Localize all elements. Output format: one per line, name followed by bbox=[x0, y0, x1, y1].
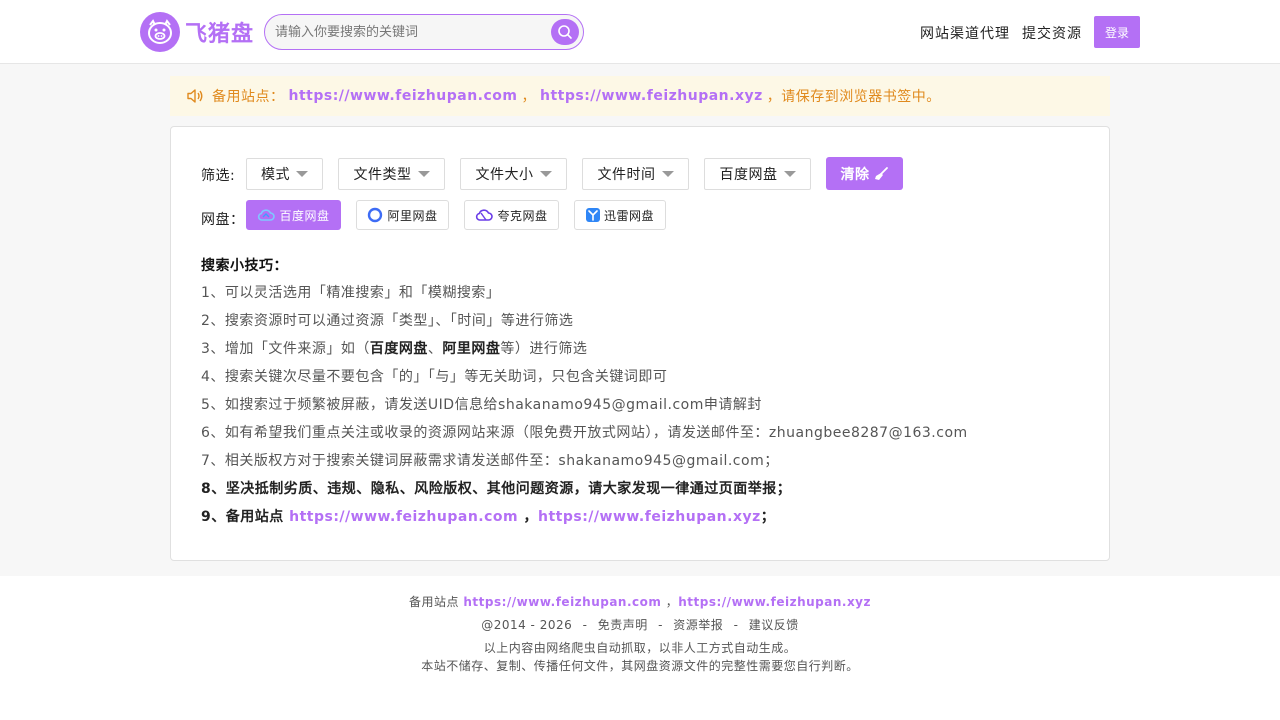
brand-name: 飞猪盘 bbox=[185, 22, 255, 47]
tip-item: 9、备用站点 https://www.feizhupan.com ，https:… bbox=[201, 503, 1081, 531]
footer-link-com[interactable]: https://www.feizhupan.com bbox=[463, 595, 661, 609]
dropdown-label: 百度网盘 bbox=[719, 167, 778, 183]
clear-filters-button[interactable]: 清除 bbox=[826, 157, 903, 190]
disk-label: 网盘： bbox=[201, 212, 245, 228]
tip-text: ， bbox=[523, 509, 538, 525]
disk-baidu-button[interactable]: 百度网盘 bbox=[246, 200, 341, 230]
disk-label-text: 夸克网盘 bbox=[497, 208, 548, 223]
caret-down-icon bbox=[296, 171, 308, 177]
footer-link-xyz[interactable]: https://www.feizhupan.xyz bbox=[678, 595, 871, 609]
caret-down-icon bbox=[417, 171, 430, 177]
speaker-icon bbox=[187, 89, 203, 103]
search-input[interactable] bbox=[275, 15, 545, 49]
footer-report-link[interactable]: 资源举报 bbox=[673, 618, 723, 632]
quark-drive-icon bbox=[476, 209, 494, 221]
footer-feedback-link[interactable]: 建议反馈 bbox=[749, 618, 799, 632]
caret-down-icon bbox=[783, 171, 796, 177]
notice-sep: ， bbox=[521, 89, 536, 105]
tip-text: 、 bbox=[427, 341, 443, 357]
dropdown-label: 文件大小 bbox=[475, 167, 534, 183]
footer-backup-label: 备用站点 bbox=[409, 595, 460, 609]
dropdown-label: 文件类型 bbox=[353, 167, 412, 183]
tip-link-xyz[interactable]: https://www.feizhupan.xyz bbox=[538, 509, 761, 525]
footer-dash: - bbox=[582, 618, 588, 632]
disk-label-text: 阿里网盘 bbox=[387, 208, 438, 223]
filter-size-dropdown[interactable]: 文件大小 bbox=[460, 158, 567, 190]
search-button[interactable] bbox=[551, 19, 579, 45]
tip-text: 等）进行筛选 bbox=[500, 341, 588, 357]
tips-list: 1、可以灵活选用「精准搜索」和「模糊搜索」 2、搜索资源时可以通过资源「类型」、… bbox=[201, 279, 1081, 531]
notice-prefix: 备用站点： bbox=[212, 89, 285, 105]
xunlei-drive-icon bbox=[585, 208, 600, 222]
tip-item: 8、坚决抵制劣质、违规、隐私、风险版权、其他问题资源，请大家发现一律通过页面举报… bbox=[201, 481, 792, 497]
tips-title: 搜索小技巧： bbox=[201, 258, 288, 274]
nav-agent-link[interactable]: 网站渠道代理 bbox=[920, 23, 1010, 43]
logo[interactable]: 飞猪盘 bbox=[140, 12, 254, 52]
disk-xunlei-button[interactable]: 迅雷网盘 bbox=[574, 200, 666, 230]
filter-label: 筛选: bbox=[201, 168, 236, 184]
disk-aliyun-button[interactable]: 阿里网盘 bbox=[356, 200, 449, 230]
footer-notice-2: 本站不储存、复制、传播任何文件，其网盘资源文件的完整性需要您自行判断。 bbox=[421, 659, 859, 673]
tip-link-com[interactable]: https://www.feizhupan.com bbox=[289, 509, 518, 525]
header: 飞猪盘 网站渠道代理 提交资源 登录 bbox=[0, 0, 1280, 64]
filter-type-dropdown[interactable]: 文件类型 bbox=[338, 158, 445, 190]
caret-down-icon bbox=[539, 171, 552, 177]
tip-bold-baidu: 百度网盘 bbox=[369, 341, 428, 357]
search-box bbox=[264, 14, 584, 50]
tip-item: 5、如搜索过于频繁被屏蔽，请发送UID信息给shakanamo945@gmail… bbox=[201, 397, 762, 413]
notice-link-com[interactable]: https://www.feizhupan.com bbox=[289, 88, 518, 104]
tip-bold-aliyun: 阿里网盘 bbox=[442, 341, 501, 357]
baidu-cloud-icon bbox=[258, 209, 276, 221]
footer-disclaimer-link[interactable]: 免责声明 bbox=[598, 618, 648, 632]
tip-item: 4、搜索关键次尽量不要包含「的」「与」等无关助词，只包含关键词即可 bbox=[201, 369, 668, 385]
footer-links-row: @2014 - 2026 - 免责声明 - 资源举报 - 建议反馈 bbox=[0, 616, 1280, 633]
aliyun-drive-icon bbox=[368, 207, 383, 223]
filter-mode-dropdown[interactable]: 模式 bbox=[246, 158, 323, 190]
footer: 备用站点 https://www.feizhupan.com ，https://… bbox=[0, 576, 1280, 720]
pig-logo-icon bbox=[140, 12, 180, 52]
footer-dash: - bbox=[658, 618, 663, 632]
login-button[interactable]: 登录 bbox=[1094, 16, 1140, 48]
disk-label-text: 迅雷网盘 bbox=[603, 208, 654, 223]
filter-disk-dropdown[interactable]: 百度网盘 bbox=[704, 158, 811, 190]
tip-text: ； bbox=[760, 509, 776, 525]
tip-item: 7、相关版权方对于搜索关键词屏蔽需求请发送邮件至：shakanamo945@gm… bbox=[201, 453, 779, 469]
notice-suffix: ，请保存到浏览器书签中。 bbox=[766, 89, 941, 105]
broom-icon bbox=[874, 166, 888, 180]
footer-backup-row: 备用站点 https://www.feizhupan.com ，https://… bbox=[0, 593, 1280, 610]
search-icon bbox=[558, 25, 572, 39]
tip-item: 1、可以灵活选用「精准搜索」和「模糊搜索」 bbox=[201, 285, 501, 301]
main-panel: 筛选: 模式 文件类型 文件大小 文件时间 百度网盘 清除 网盘： 百度网盘 阿… bbox=[170, 126, 1110, 561]
tip-item: 3、增加「文件来源」如（百度网盘、阿里网盘等）进行筛选 bbox=[201, 335, 1081, 363]
tip-item: 2、搜索资源时可以通过资源「类型」、「时间」等进行筛选 bbox=[201, 313, 574, 329]
caret-down-icon bbox=[661, 171, 674, 177]
tip-item: 6、如有希望我们重点关注或收录的资源网站来源（限免费开放式网站），请发送邮件至：… bbox=[201, 425, 968, 441]
footer-sep: ， bbox=[665, 595, 679, 609]
clear-label: 清除 bbox=[840, 166, 870, 183]
nav-submit-link[interactable]: 提交资源 bbox=[1022, 23, 1082, 43]
footer-dash: - bbox=[733, 618, 739, 632]
dropdown-label: 模式 bbox=[261, 167, 290, 183]
filter-time-dropdown[interactable]: 文件时间 bbox=[582, 158, 689, 190]
footer-notice-1: 以上内容由网络爬虫自动抓取，以非人工方式自动生成。 bbox=[483, 641, 797, 655]
backup-site-notice: 备用站点： https://www.feizhupan.com ， https:… bbox=[170, 76, 1110, 116]
tip-text: 3、增加「文件来源」如（ bbox=[201, 341, 370, 357]
dropdown-label: 文件时间 bbox=[597, 167, 656, 183]
tip-text: 9、备用站点 bbox=[201, 509, 284, 525]
footer-copyright: @2014 - 2026 bbox=[481, 618, 573, 632]
disk-label-text: 百度网盘 bbox=[279, 208, 330, 223]
notice-link-xyz[interactable]: https://www.feizhupan.xyz bbox=[540, 88, 763, 104]
disk-quark-button[interactable]: 夸克网盘 bbox=[464, 200, 559, 230]
